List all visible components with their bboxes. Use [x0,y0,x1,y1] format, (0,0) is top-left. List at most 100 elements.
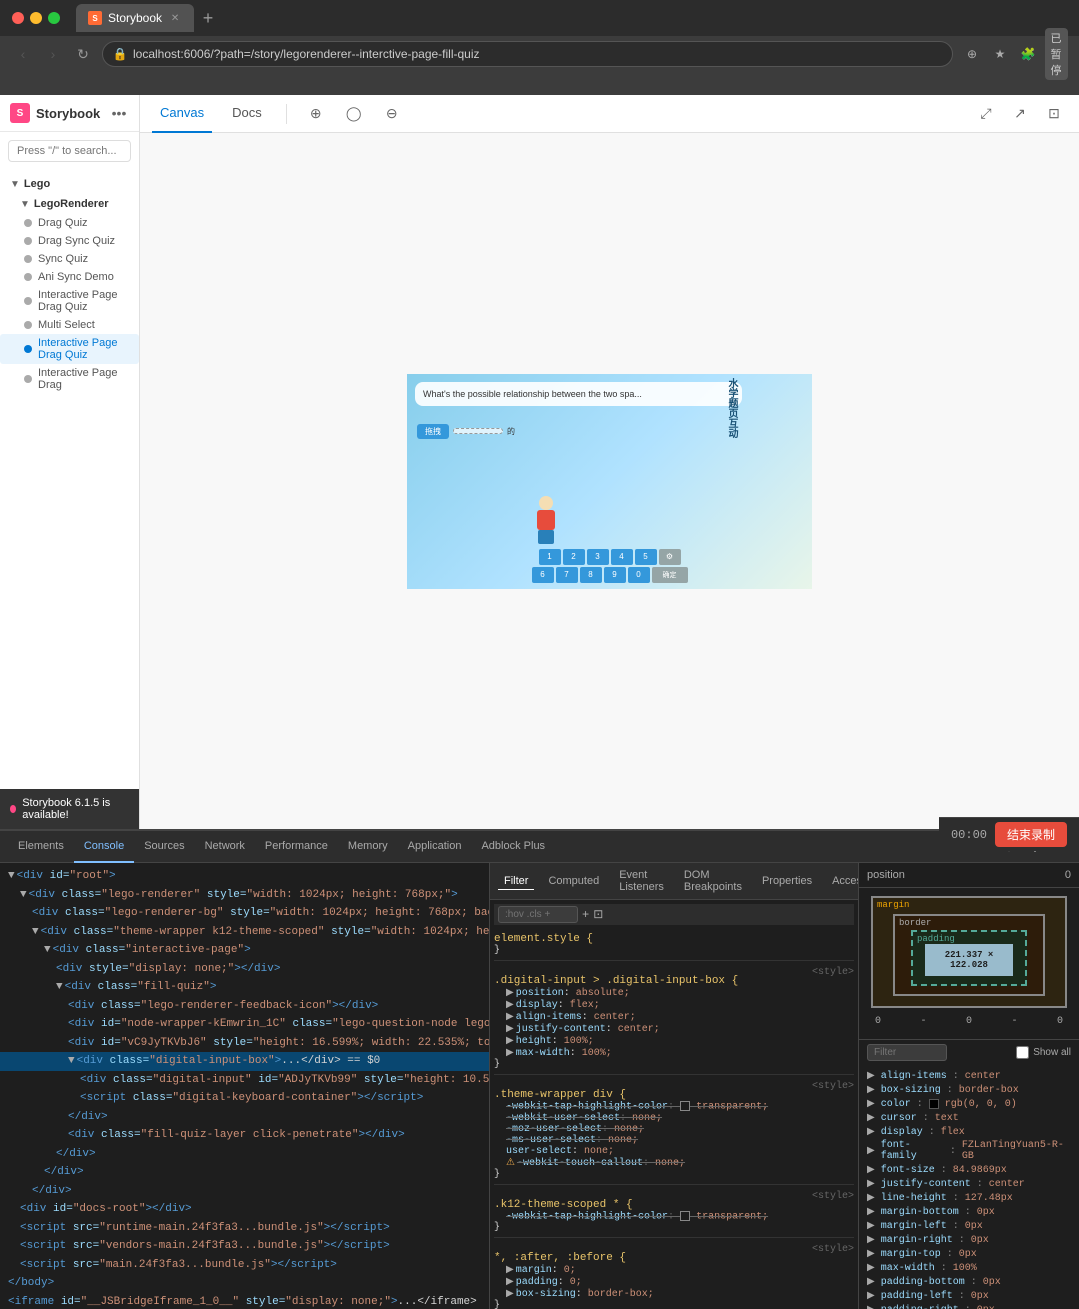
styles-accessibility-tab[interactable]: Accessibility [826,873,859,889]
sidebar-item-drag-sync-quiz[interactable]: Drag Sync Quiz [0,232,139,250]
computed-item-display: ▶ display : flex [867,1125,1071,1139]
num-btn-2[interactable]: 2 [563,549,585,565]
num-btn-5[interactable]: 5 [635,549,657,565]
cast-button[interactable]: ⊕ [961,43,983,65]
devtools-tab-adblock[interactable]: Adblock Plus [471,831,555,863]
html-line-4[interactable]: ▼<div class="theme-wrapper k12-theme-sco… [0,923,489,942]
fullscreen-button[interactable]: ⤢ [973,101,999,127]
html-line-12[interactable]: <div class="digital-input" id="ADJyTKVb9… [0,1071,489,1090]
zoom-in-button[interactable]: ⊕ [303,101,329,127]
address-bar[interactable]: 🔒 localhost:6006/?path=/story/legorender… [102,41,953,67]
storybook-update-toast[interactable]: Storybook 6.1.5 is available! [0,789,139,829]
copy-link-button[interactable]: ⊡ [1041,101,1067,127]
forward-button[interactable]: › [42,43,64,65]
html-line-2[interactable]: ▼<div class="lego-renderer" style="width… [0,886,489,905]
html-line-24[interactable]: <iframe id="__JSBridgeIframe_1_0__" styl… [0,1293,489,1309]
sidebar-item-multi-select[interactable]: Multi Select [0,316,139,334]
html-line-9[interactable]: <div id="node-wrapper-kEmwrin_1C" class=… [0,1015,489,1034]
back-button[interactable]: ‹ [12,43,34,65]
html-line-11[interactable]: ▼<div class="digital-input-box">...</div… [0,1052,489,1071]
html-line-19[interactable]: <div id="docs-root"></div> [0,1200,489,1219]
sidebar-menu-button[interactable]: ••• [109,103,129,123]
devtools-tab-network[interactable]: Network [195,831,255,863]
close-window-button[interactable] [12,12,24,24]
num-btn-8[interactable]: 8 [580,567,602,583]
styles-filter-tab[interactable]: Filter [498,873,534,890]
sidebar-item-interactive-page-drag[interactable]: Interactive Page Drag [0,364,139,394]
zoom-reset-button[interactable]: ◯ [341,101,367,127]
sidebar-item-ani-sync-demo[interactable]: Ani Sync Demo [0,268,139,286]
devtools-tab-performance[interactable]: Performance [255,831,338,863]
html-line-23[interactable]: </body> [0,1274,489,1293]
styles-properties-tab[interactable]: Properties [756,873,818,889]
html-line-10[interactable]: <div id="vC9JyTKVbJ6" style="height: 16.… [0,1034,489,1053]
new-tab-button[interactable]: + [194,4,222,32]
html-line-5[interactable]: ▼<div class="interactive-page"> [0,941,489,960]
drop-zone-1[interactable] [453,428,503,434]
recording-time: 00:00 [951,828,987,842]
html-line-8[interactable]: <div class="lego-renderer-feedback-icon"… [0,997,489,1016]
tab-docs[interactable]: Docs [224,95,270,133]
devtools-tab-sources[interactable]: Sources [134,831,194,863]
num-btn-3[interactable]: 3 [587,549,609,565]
num-btn-7[interactable]: 7 [556,567,578,583]
sidebar-item-sync-quiz[interactable]: Sync Quiz [0,250,139,268]
refresh-button[interactable]: ↻ [72,43,94,65]
show-all-checkbox-label[interactable]: Show all [1016,1046,1071,1059]
num-btn-1[interactable]: 1 [539,549,561,565]
extensions-button[interactable]: 🧩 [1017,43,1039,65]
sidebar-item-interactive-page-drag-quiz-2[interactable]: Interactive Page Drag Quiz [0,334,139,364]
num-btn-4[interactable]: 4 [611,549,633,565]
html-line-20[interactable]: <script src="runtime-main.24f3fa3...bund… [0,1219,489,1238]
html-line-21[interactable]: <script src="vendors-main.24f3fa3...bund… [0,1237,489,1256]
html-line-13[interactable]: <script class="digital-keyboard-containe… [0,1089,489,1108]
num-btn-settings[interactable]: ⚙ [659,549,681,565]
devtools-tab-console[interactable]: Console [74,831,134,863]
sidebar-item-interactive-page-drag-quiz[interactable]: Interactive Page Drag Quiz [0,286,139,316]
bookmark-button[interactable]: ★ [989,43,1011,65]
styles-dom-breakpoints-tab[interactable]: DOM Breakpoints [678,867,748,895]
elements-panel[interactable]: ▼<div id="root"> ▼<div class="lego-rende… [0,863,490,1309]
browser-tab-storybook[interactable]: S Storybook ✕ [76,4,194,32]
computed-filter-input[interactable] [867,1044,947,1061]
html-line-22[interactable]: <script src="main.24f3fa3...bundle.js"><… [0,1256,489,1275]
devtools-tab-memory[interactable]: Memory [338,831,398,863]
html-line-17[interactable]: </div> [0,1163,489,1182]
maximize-window-button[interactable] [48,12,60,24]
game-preview: What's the possible relationship between… [407,374,812,589]
tree-group-lego-label[interactable]: ▼ Lego [0,174,139,194]
styles-filter-input[interactable] [498,906,578,923]
char-body [537,510,555,530]
tab-close-button[interactable]: ✕ [168,11,182,25]
html-line-16[interactable]: </div> [0,1145,489,1164]
minimize-window-button[interactable] [30,12,42,24]
devtools-tab-elements[interactable]: Elements [8,831,74,863]
open-new-tab-button[interactable]: ↗ [1007,101,1033,127]
styles-plus-button[interactable]: + [582,908,589,922]
profile-area[interactable]: 已暂停 [1045,43,1067,65]
num-btn-0[interactable]: 0 [628,567,650,583]
end-record-button[interactable]: 结束录制 [995,822,1067,847]
html-line-1[interactable]: ▼<div id="root"> [0,867,489,886]
sidebar-search-input[interactable] [8,140,131,162]
devtools-body: ▼<div id="root"> ▼<div class="lego-rende… [0,863,1079,1309]
zoom-out-button[interactable]: ⊖ [379,101,405,127]
sidebar-item-drag-quiz[interactable]: Drag Quiz [0,214,139,232]
html-line-14[interactable]: </div> [0,1108,489,1127]
styles-new-rule-button[interactable]: ⊡ [593,907,603,922]
drag-item-1[interactable]: 拖拽 [417,424,449,439]
html-line-7[interactable]: ▼<div class="fill-quiz"> [0,978,489,997]
html-line-3[interactable]: <div class="lego-renderer-bg" style="wid… [0,904,489,923]
html-line-18[interactable]: </div> [0,1182,489,1201]
tree-group-lego-renderer-label[interactable]: ▼ LegoRenderer [0,194,139,214]
submit-button[interactable]: 确定 [652,567,688,583]
html-line-15[interactable]: <div class="fill-quiz-layer click-penetr… [0,1126,489,1145]
num-btn-6[interactable]: 6 [532,567,554,583]
devtools-tab-application[interactable]: Application [398,831,472,863]
tab-canvas[interactable]: Canvas [152,95,212,133]
styles-computed-tab[interactable]: Computed [542,873,605,889]
styles-event-listeners-tab[interactable]: Event Listeners [613,867,670,895]
show-all-checkbox[interactable] [1016,1046,1029,1059]
num-btn-9[interactable]: 9 [604,567,626,583]
html-line-6[interactable]: <div style="display: none;"></div> [0,960,489,979]
